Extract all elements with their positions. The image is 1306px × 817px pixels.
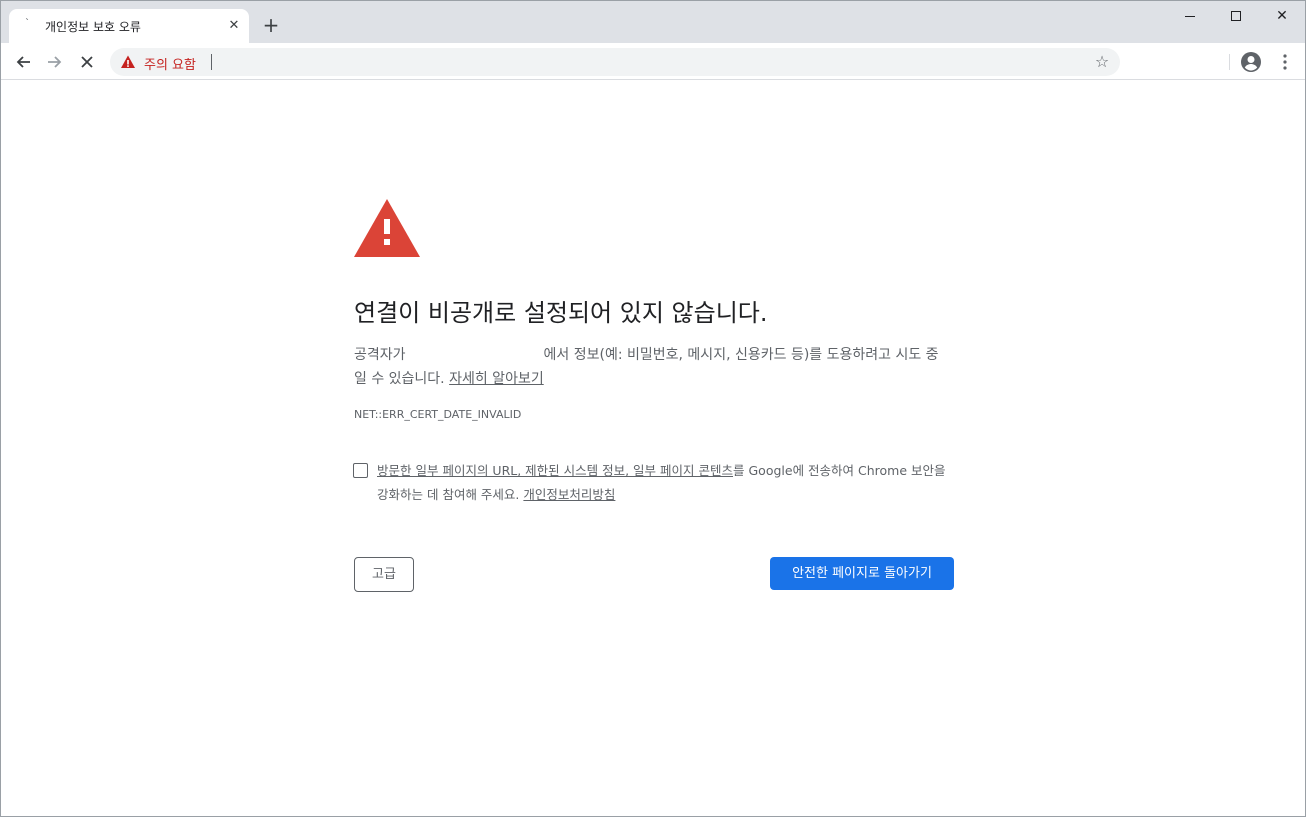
- arrow-right-icon[interactable]: [42, 49, 68, 75]
- page-title: 연결이 비공개로 설정되어 있지 않습니다.: [354, 299, 768, 327]
- browser-window: ` 개인정보 보호 오류 ✕ + ✕ 주의 요함 ☆ 연결이 비공개로 설정되어…: [0, 0, 1306, 817]
- optin-text: 방문한 일부 페이지의 URL, 제한된 시스템 정보, 일부 페이지 콘텐츠를…: [377, 459, 955, 507]
- arrow-left-icon[interactable]: [10, 49, 36, 75]
- text-caret: [211, 54, 212, 70]
- security-label[interactable]: 주의 요함: [144, 54, 196, 73]
- stop-icon[interactable]: [74, 49, 100, 75]
- account-circle-icon[interactable]: [1240, 51, 1262, 73]
- maximize-icon[interactable]: [1213, 1, 1259, 31]
- tab-strip: ` 개인정보 보호 오류 ✕ + ✕: [1, 1, 1305, 43]
- window-close-icon[interactable]: ✕: [1259, 1, 1305, 31]
- plus-icon[interactable]: +: [259, 14, 283, 38]
- privacy-policy-link[interactable]: 개인정보처리방침: [523, 487, 615, 502]
- close-icon[interactable]: ✕: [225, 17, 243, 35]
- warning-icon[interactable]: [120, 54, 136, 70]
- optin-data-link[interactable]: 방문한 일부 페이지의 URL, 제한된 시스템 정보, 일부 페이지 콘텐츠: [377, 463, 733, 478]
- explanation-before: 공격자가: [354, 347, 406, 363]
- loading-icon: `: [25, 18, 30, 29]
- back-to-safety-button[interactable]: 안전한 페이지로 돌아가기: [770, 557, 954, 590]
- explanation-after: 에서 정보(예: 비밀번호, 메시지, 신용카드 등)를 도용하려고 시도 중일…: [354, 347, 939, 387]
- star-icon[interactable]: ☆: [1092, 52, 1112, 72]
- address-bar[interactable]: 주의 요함 ☆: [110, 48, 1120, 76]
- warning-icon: [354, 199, 420, 257]
- advanced-button[interactable]: 고급: [354, 557, 414, 592]
- optin-checkbox[interactable]: [353, 463, 368, 478]
- toolbar: 주의 요함 ☆: [1, 43, 1305, 80]
- toolbar-divider: [1229, 54, 1230, 70]
- tab-privacy-error[interactable]: ` 개인정보 보호 오류 ✕: [9, 9, 249, 43]
- learn-more-link[interactable]: 자세히 알아보기: [449, 371, 544, 387]
- tab-title: 개인정보 보호 오류: [45, 20, 141, 34]
- error-code: NET::ERR_CERT_DATE_INVALID: [354, 408, 522, 421]
- more-vert-icon[interactable]: [1275, 51, 1295, 73]
- explanation-text: 공격자가 에서 정보(예: 비밀번호, 메시지, 신용카드 등)를 도용하려고 시…: [354, 343, 950, 391]
- minimize-icon[interactable]: [1167, 1, 1213, 31]
